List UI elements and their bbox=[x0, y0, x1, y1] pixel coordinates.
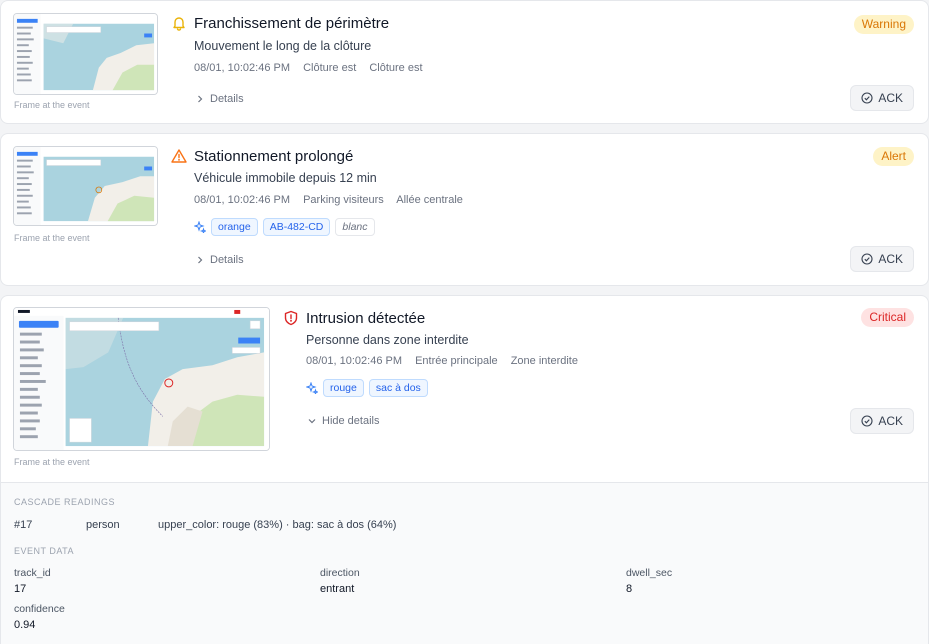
chevron-right-icon bbox=[196, 95, 204, 103]
ack-label: ACK bbox=[878, 414, 903, 428]
severity-badge: Warning bbox=[853, 15, 914, 34]
event-meta: 08/01, 10:02:46 PM Entrée principale Zon… bbox=[306, 355, 588, 367]
check-circle-icon bbox=[861, 415, 873, 427]
details-toggle[interactable]: Details bbox=[196, 93, 244, 105]
frame-caption: Frame at the event bbox=[14, 457, 90, 467]
event-zone: Clôture est bbox=[369, 62, 423, 74]
field-value: 0.94 bbox=[14, 619, 36, 631]
field-key: dwell_sec bbox=[626, 567, 673, 579]
event-timestamp: 08/01, 10:02:46 PM bbox=[194, 62, 291, 74]
hide-details-toggle[interactable]: Hide details bbox=[308, 415, 379, 427]
cascade-reading-class: person bbox=[86, 519, 120, 531]
field-value: entrant bbox=[320, 583, 355, 595]
cascade-reading-values: upper_color: rouge (83%) · bag: sac à do… bbox=[158, 519, 397, 531]
details-label: Details bbox=[210, 254, 244, 266]
severity-badge: Alert bbox=[873, 147, 914, 166]
warning-triangle-icon bbox=[171, 148, 187, 164]
field-key: direction bbox=[320, 567, 360, 579]
event-camera: Parking visiteurs bbox=[303, 194, 384, 206]
attribute-tag: blanc bbox=[335, 218, 375, 236]
event-timestamp: 08/01, 10:02:46 PM bbox=[194, 194, 291, 206]
field-key: confidence bbox=[14, 603, 65, 615]
event-card-expanded[interactable]: Frame at the event Intrusion détectée Pe… bbox=[0, 295, 929, 644]
check-circle-icon bbox=[861, 92, 873, 104]
frame-caption: Frame at the event bbox=[14, 100, 90, 110]
check-circle-icon bbox=[861, 253, 873, 265]
event-title: Franchissement de périmètre bbox=[194, 15, 390, 32]
attribute-tag: AB-482-CD bbox=[262, 218, 331, 236]
chevron-down-icon bbox=[308, 417, 316, 425]
map-snapshot bbox=[14, 308, 269, 450]
event-description: Personne dans zone interdite bbox=[306, 333, 469, 347]
ack-button[interactable]: ACK bbox=[850, 408, 914, 434]
event-details-panel: CASCADE READINGS #17 person upper_color:… bbox=[1, 482, 928, 644]
details-label: Details bbox=[210, 93, 244, 105]
event-frame-thumbnail[interactable] bbox=[13, 307, 270, 451]
event-frame-thumbnail[interactable] bbox=[13, 146, 158, 226]
event-meta: 08/01, 10:02:46 PM Parking visiteurs All… bbox=[194, 194, 473, 206]
bell-icon bbox=[171, 15, 187, 31]
attribute-tags: rouge sac à dos bbox=[306, 379, 428, 397]
sparkle-icon bbox=[306, 382, 318, 394]
ack-button[interactable]: ACK bbox=[850, 246, 914, 272]
ack-label: ACK bbox=[878, 252, 903, 266]
field-value: 8 bbox=[626, 583, 633, 595]
event-title: Intrusion détectée bbox=[306, 310, 426, 327]
event-zone: Zone interdite bbox=[510, 355, 578, 367]
event-zone: Allée centrale bbox=[396, 194, 463, 206]
attribute-tags: orange AB-482-CD blanc bbox=[194, 218, 375, 236]
map-snapshot bbox=[14, 147, 157, 225]
attribute-tag: rouge bbox=[323, 379, 364, 397]
attribute-tag: orange bbox=[211, 218, 258, 236]
severity-badge: Critical bbox=[861, 308, 914, 327]
event-camera: Clôture est bbox=[303, 62, 357, 74]
event-frame-thumbnail[interactable] bbox=[13, 13, 158, 95]
event-timestamp: 08/01, 10:02:46 PM bbox=[306, 355, 403, 367]
sparkle-icon bbox=[194, 221, 206, 233]
event-title: Stationnement prolongé bbox=[194, 148, 354, 165]
ack-label: ACK bbox=[878, 91, 903, 105]
details-label: Hide details bbox=[322, 415, 380, 427]
event-description: Véhicule immobile depuis 12 min bbox=[194, 171, 377, 185]
event-card[interactable]: Frame at the event Stationnement prolong… bbox=[0, 133, 929, 286]
field-value: 17 bbox=[14, 583, 27, 595]
field-key: track_id bbox=[14, 567, 51, 579]
cascade-reading-id: #17 bbox=[14, 519, 33, 531]
cascade-readings-heading: CASCADE READINGS bbox=[14, 497, 116, 507]
attribute-tag: sac à dos bbox=[368, 379, 428, 397]
map-snapshot bbox=[14, 14, 157, 94]
frame-caption: Frame at the event bbox=[14, 233, 90, 243]
event-data-heading: EVENT DATA bbox=[14, 546, 75, 556]
details-toggle[interactable]: Details bbox=[196, 254, 244, 266]
event-card[interactable]: Frame at the event Franchissement de pér… bbox=[0, 0, 929, 124]
event-description: Mouvement le long de la clôture bbox=[194, 39, 372, 53]
event-meta: 08/01, 10:02:46 PM Clôture est Clôture e… bbox=[194, 62, 433, 74]
event-camera: Entrée principale bbox=[415, 355, 498, 367]
ack-button[interactable]: ACK bbox=[850, 85, 914, 111]
chevron-right-icon bbox=[196, 256, 204, 264]
shield-alert-icon bbox=[283, 310, 299, 326]
